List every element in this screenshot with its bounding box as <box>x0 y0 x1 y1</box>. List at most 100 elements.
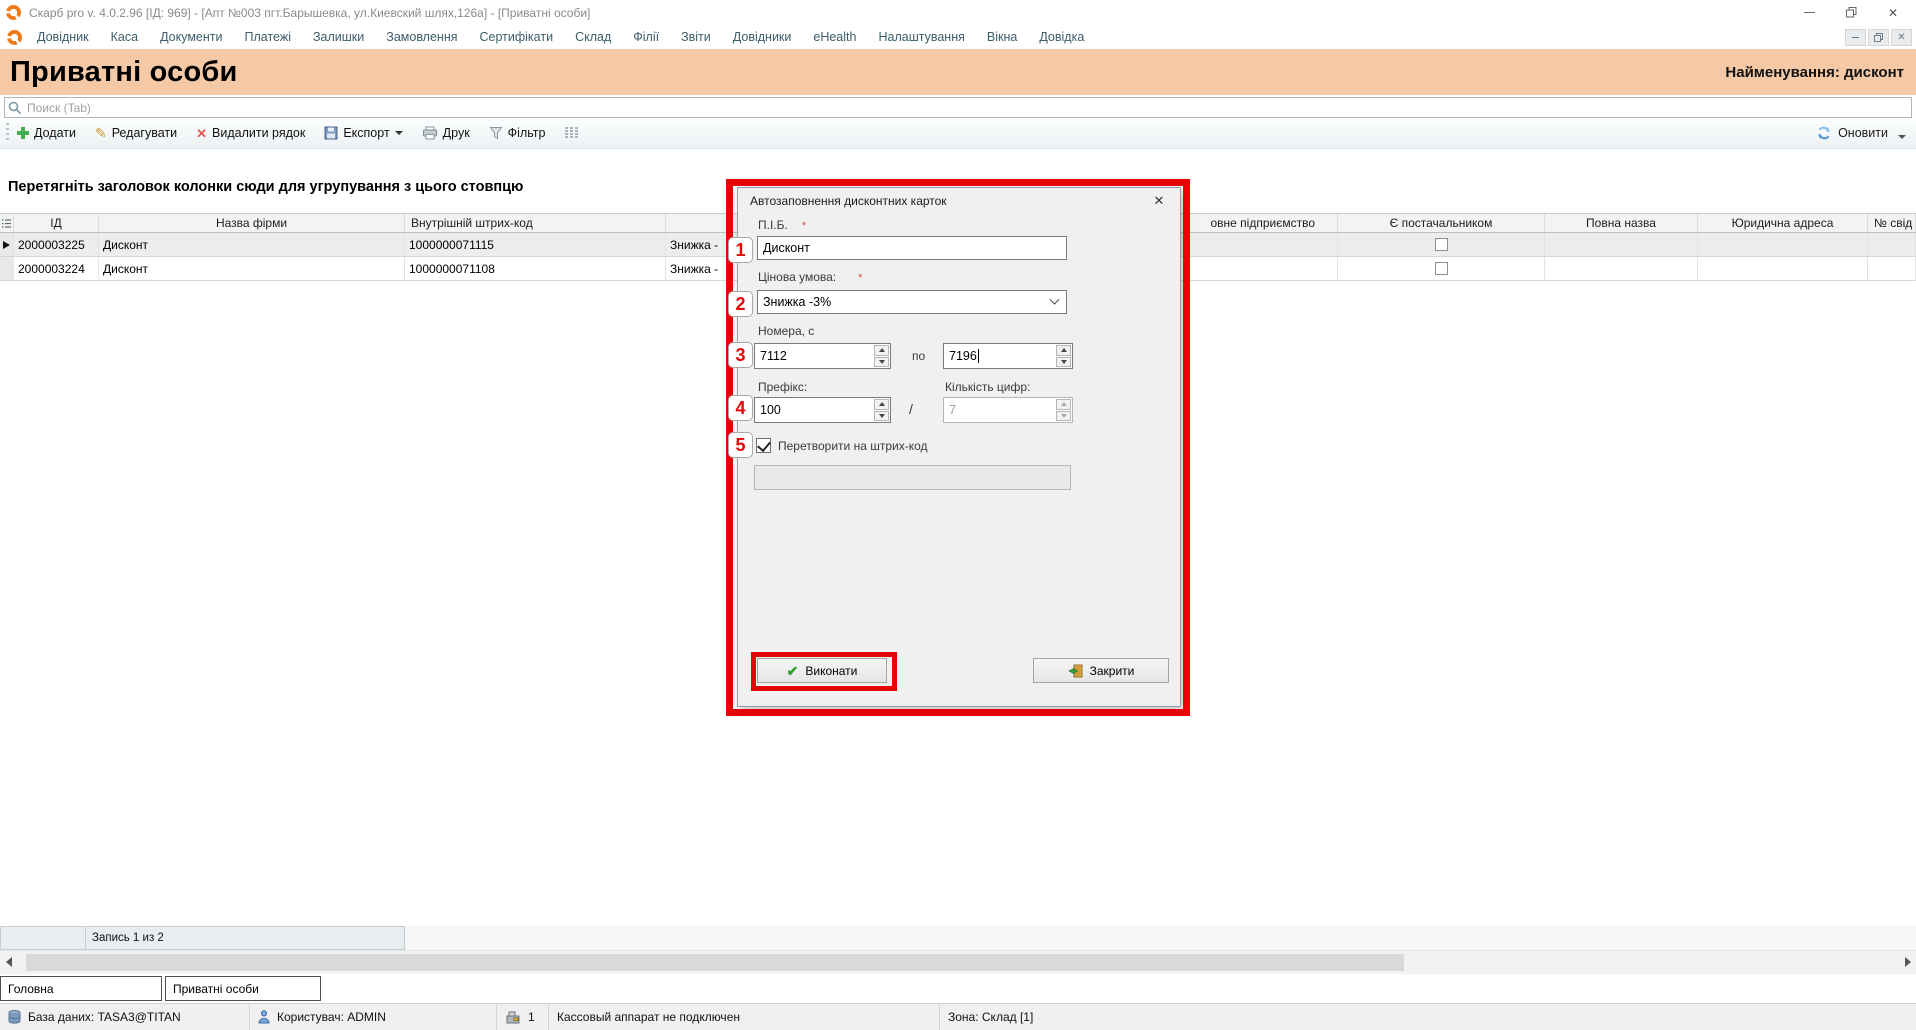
cell-firm: Дисконт <box>99 257 405 281</box>
spinner-buttons <box>873 398 890 422</box>
menu-vikna[interactable]: Вікна <box>976 30 1028 44</box>
required-asterisk: * <box>858 272 862 284</box>
column-header-supplier[interactable]: Є постачальником <box>1338 214 1545 232</box>
supplier-checkbox[interactable] <box>1435 262 1448 275</box>
spinner-buttons <box>1055 344 1072 368</box>
spinner-buttons <box>873 344 890 368</box>
spin-up-button[interactable] <box>1056 345 1071 356</box>
search-bar <box>4 97 1912 118</box>
close-button[interactable]: ✕ <box>1876 3 1910 23</box>
column-header-indicator[interactable] <box>0 214 14 232</box>
convert-to-barcode-checkbox[interactable] <box>756 438 771 453</box>
restore-icon <box>1846 7 1857 18</box>
tab-pryvatni-osoby[interactable]: Приватні особи <box>165 976 321 1001</box>
cell-legal-address <box>1698 257 1868 281</box>
spin-down-button[interactable] <box>1056 357 1071 368</box>
number-to-value: 7196 <box>944 344 1055 368</box>
scrollbar-thumb[interactable] <box>26 954 1404 971</box>
cash-register-segment: 1 <box>497 1004 549 1030</box>
slash-separator: / <box>909 401 913 417</box>
mdi-close-button[interactable]: ✕ <box>1891 29 1912 46</box>
add-button[interactable]: Додати <box>17 126 76 140</box>
dialog-title: Автозаповнення дисконтних карток <box>750 194 947 208</box>
price-condition-select[interactable]: Знижка -3% <box>757 290 1067 314</box>
scroll-right-icon[interactable] <box>1905 957 1911 967</box>
restore-icon <box>1874 33 1883 42</box>
search-input[interactable] <box>27 101 1911 115</box>
number-from-value: 7112 <box>755 344 873 368</box>
column-chooser-button[interactable] <box>564 127 579 140</box>
menu-dovidka[interactable]: Довідка <box>1028 30 1095 44</box>
database-label: База даних: TASA3@TITAN <box>28 1010 181 1024</box>
execute-button[interactable]: ✔ Виконати <box>757 658 887 683</box>
mdi-restore-button[interactable] <box>1868 29 1889 46</box>
edit-button[interactable]: ✎ Редагувати <box>95 126 177 140</box>
arrow-down-icon <box>1061 414 1067 418</box>
menu-zalyshky[interactable]: Залишки <box>302 30 375 44</box>
record-navigator: Запись 1 из 2 <box>0 926 1916 950</box>
database-icon <box>8 1010 21 1024</box>
spin-up-button[interactable] <box>874 399 889 410</box>
restore-button[interactable] <box>1834 3 1868 23</box>
cell-firm: Дисконт <box>99 233 405 257</box>
pencil-icon: ✎ <box>95 126 107 140</box>
execute-label: Виконати <box>805 664 857 678</box>
navigator-empty-cell <box>0 926 85 950</box>
menu-sklad[interactable]: Склад <box>564 30 622 44</box>
column-header-legal-address[interactable]: Юридична адреса <box>1698 214 1868 232</box>
dialog-title-bar[interactable]: Автозаповнення дисконтних карток ✕ <box>738 188 1180 214</box>
cell-full-name <box>1545 257 1698 281</box>
menu-zvity[interactable]: Звіти <box>670 30 722 44</box>
required-asterisk: * <box>802 220 806 232</box>
menu-sertyfikaty[interactable]: Сертифікати <box>469 30 565 44</box>
column-header-barcode[interactable]: Внутрішній штрих-код <box>405 214 666 232</box>
menu-bar: Довідник Каса Документи Платежі Залишки … <box>0 25 1916 49</box>
export-button[interactable]: Експорт <box>324 126 402 140</box>
menu-zamovlennia[interactable]: Замовлення <box>375 30 468 44</box>
spin-down-button[interactable] <box>874 357 889 368</box>
column-header-full-name[interactable]: Повна назва <box>1545 214 1698 232</box>
mdi-minimize-button[interactable] <box>1845 29 1866 46</box>
delete-row-button[interactable]: ✕ Видалити рядок <box>196 126 305 140</box>
supplier-checkbox[interactable] <box>1435 238 1448 251</box>
close-dialog-label: Закрити <box>1090 664 1135 678</box>
status-bar: База даних: TASA3@TITAN Користувач: ADMI… <box>0 1003 1916 1030</box>
refresh-button[interactable]: Оновити <box>1816 125 1906 141</box>
toolbar-drag-handle[interactable] <box>6 123 9 143</box>
number-to-spinner[interactable]: 7196 <box>943 343 1073 369</box>
minimize-button[interactable] <box>1792 3 1826 23</box>
app-logo-icon <box>6 5 21 20</box>
print-button[interactable]: Друк <box>422 126 470 140</box>
menu-nalashtuvannia[interactable]: Налаштування <box>867 30 975 44</box>
menu-platezhi[interactable]: Платежі <box>234 30 303 44</box>
name-input[interactable]: Дисконт <box>757 236 1067 260</box>
column-header-certificate[interactable]: № свід <box>1868 214 1916 232</box>
spin-up-button[interactable] <box>874 345 889 356</box>
menu-dokumenty[interactable]: Документи <box>149 30 233 44</box>
dialog-close-button[interactable]: ✕ <box>1150 193 1168 209</box>
number-from-spinner[interactable]: 7112 <box>754 343 891 369</box>
zone-segment: Зона: Склад [1] <box>940 1004 1916 1030</box>
column-header-firm[interactable]: Назва фірми <box>99 214 405 232</box>
menu-ehealth[interactable]: eHealth <box>802 30 867 44</box>
horizontal-scrollbar[interactable] <box>0 950 1916 974</box>
scroll-left-icon[interactable] <box>6 957 12 967</box>
price-label-text: Цінова умова: <box>758 270 836 284</box>
menu-filii[interactable]: Філії <box>622 30 670 44</box>
prefix-spinner[interactable]: 100 <box>754 397 891 423</box>
tab-holovna[interactable]: Головна <box>0 976 162 1001</box>
spin-down-button <box>1056 411 1071 422</box>
zone-label: Зона: Склад [1] <box>948 1010 1033 1024</box>
close-dialog-button[interactable]: Закрити <box>1033 658 1169 683</box>
refresh-dropdown-icon <box>1898 135 1906 139</box>
spin-down-button[interactable] <box>874 411 889 422</box>
cell-id: 2000003224 <box>14 257 99 281</box>
database-segment: База даних: TASA3@TITAN <box>0 1004 250 1030</box>
filter-button[interactable]: Фільтр <box>489 126 546 140</box>
menu-kasa[interactable]: Каса <box>100 30 149 44</box>
menu-dovidnyky[interactable]: Довідники <box>722 30 803 44</box>
column-header-id[interactable]: ІД <box>14 214 99 232</box>
arrow-up-icon <box>879 348 885 352</box>
name-field-label: П.І.Б.* <box>758 218 806 232</box>
menu-dovidnyk[interactable]: Довідник <box>26 30 100 44</box>
